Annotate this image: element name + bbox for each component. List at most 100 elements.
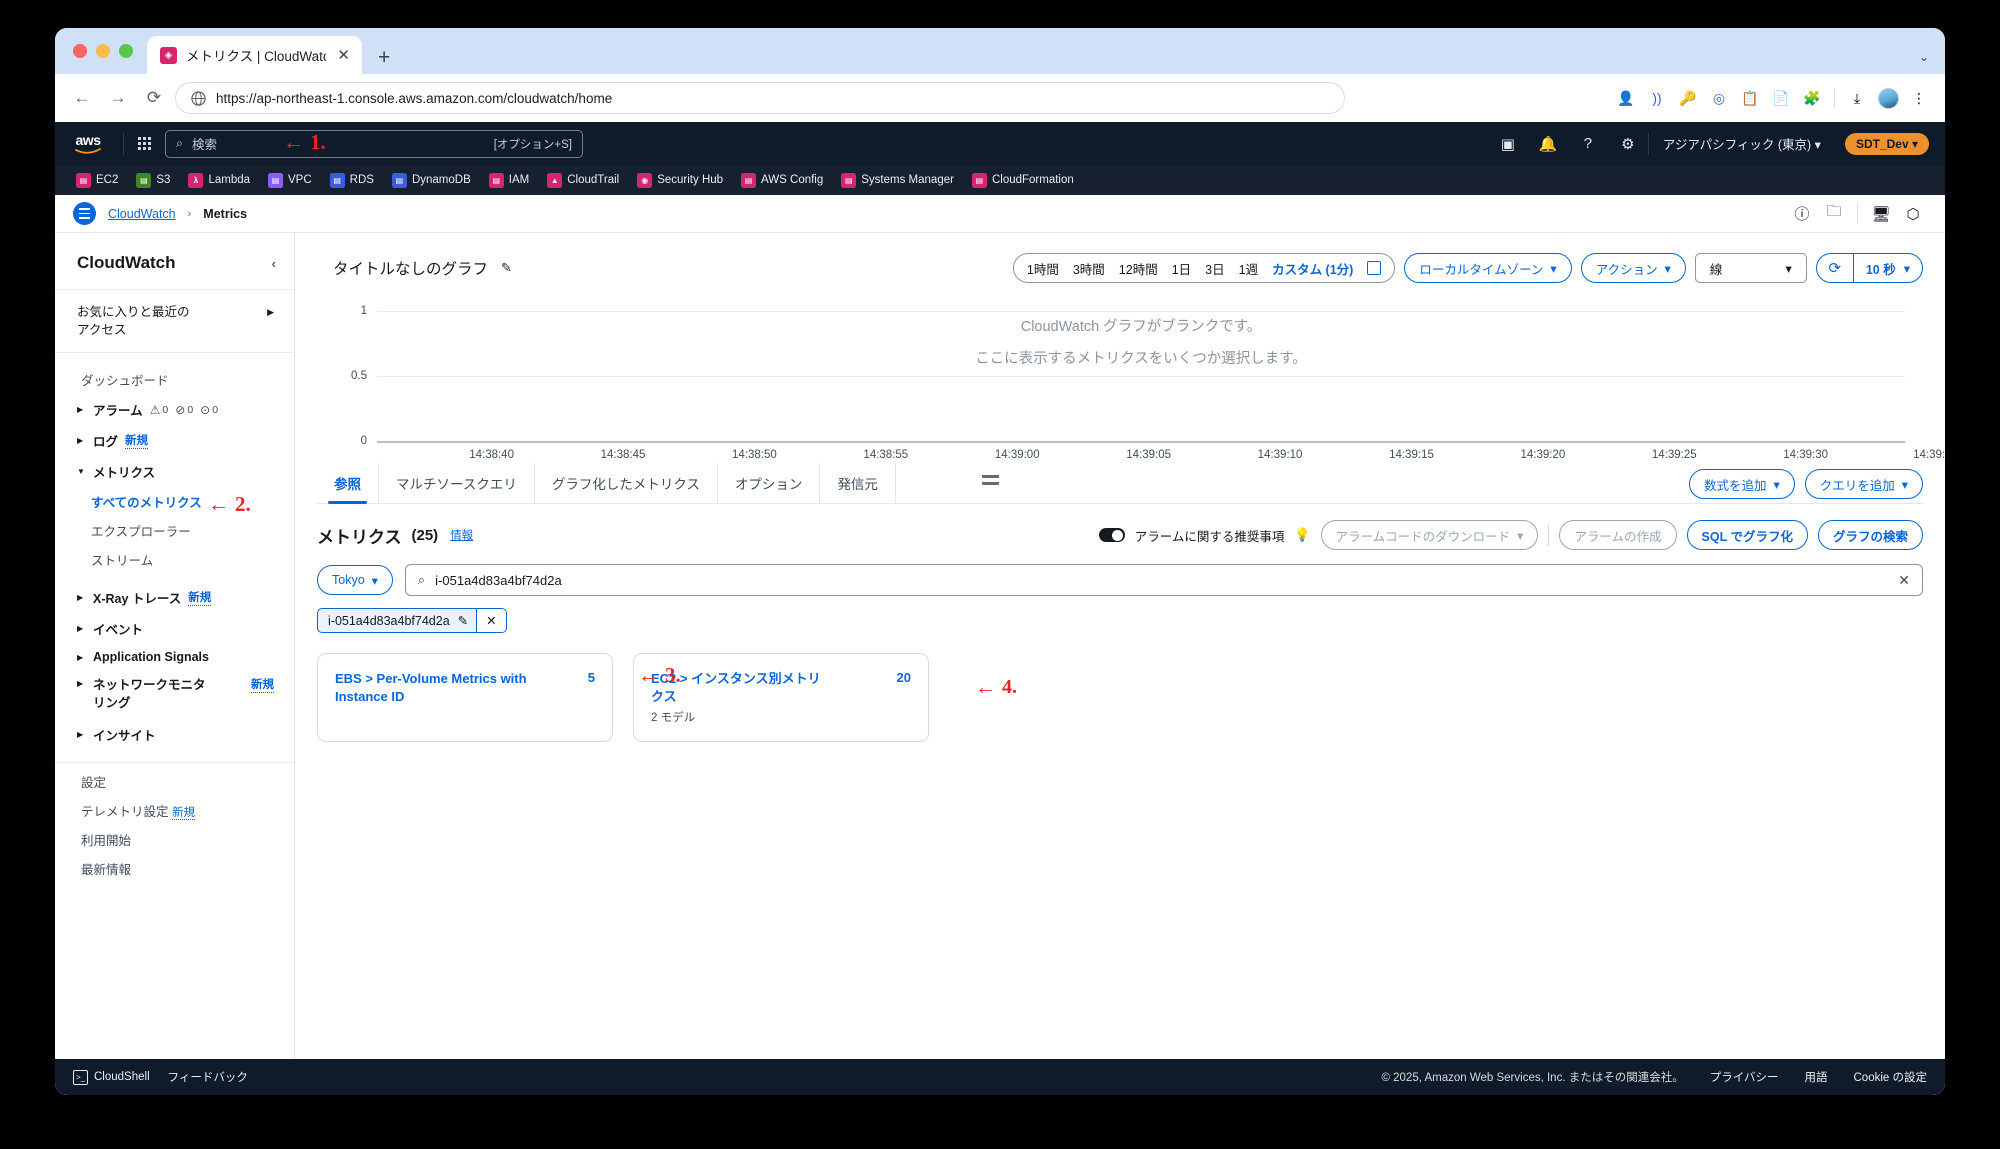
chart-type-selector[interactable]: 線 ▾ bbox=[1694, 253, 1807, 283]
help-icon[interactable]: ? bbox=[1568, 122, 1608, 165]
close-tab-icon[interactable]: ✕ bbox=[335, 46, 352, 64]
extension-clipboard-icon[interactable]: 📋 bbox=[1736, 84, 1764, 112]
time-range-selector[interactable]: 1時間 3時間 12時間 1日 3日 1週 カスタム (1分) bbox=[1012, 253, 1396, 283]
download-alarm-code-button[interactable]: アラームコードのダウンロード ▾ bbox=[1320, 520, 1539, 550]
sidebar-item-alarms[interactable]: ▶ アラーム ⚠ 0 ⊘ 0 ⊙ 0 bbox=[55, 394, 294, 425]
sidebar-item-dashboards[interactable]: ダッシュボード bbox=[55, 365, 294, 394]
info-icon[interactable]: ⓘ bbox=[1788, 200, 1816, 228]
search-graph-button[interactable]: グラフの検索 bbox=[1817, 520, 1923, 550]
side-navigation-toggle[interactable] bbox=[73, 202, 96, 225]
fav-service-9[interactable]: ▤ AWS Config bbox=[732, 172, 832, 188]
fav-service-1[interactable]: ▤ S3 bbox=[127, 172, 179, 188]
cloudshell-icon[interactable]: ▣ bbox=[1488, 122, 1528, 165]
folder-icon[interactable]: 🗀 bbox=[1820, 200, 1848, 228]
range-option-12h[interactable]: 12時間 bbox=[1119, 259, 1158, 278]
breadcrumb-root[interactable]: CloudWatch bbox=[108, 207, 176, 221]
sidebar-item-events[interactable]: ▶ イベント bbox=[55, 613, 294, 644]
range-option-1d[interactable]: 1日 bbox=[1172, 259, 1191, 278]
feedback-link[interactable]: フィードバック bbox=[168, 1069, 248, 1085]
window-controls[interactable] bbox=[69, 28, 147, 74]
region-selector[interactable]: アジアパシフィック (東京) ▾ bbox=[1649, 134, 1835, 153]
sidebar-item-insights[interactable]: ▶ インサイト bbox=[55, 719, 294, 750]
tab-options[interactable]: オプション bbox=[718, 463, 821, 503]
downloads-icon[interactable]: ⤓ bbox=[1843, 84, 1871, 112]
extension-key-icon[interactable]: 🔑 bbox=[1674, 84, 1702, 112]
bell-icon[interactable]: 🔔 bbox=[1528, 122, 1568, 165]
drag-handle-icon[interactable] bbox=[981, 473, 999, 493]
new-badge[interactable]: 新規 bbox=[125, 432, 149, 450]
services-grid-icon[interactable] bbox=[138, 137, 151, 150]
add-math-button[interactable]: 数式を追加 ▾ bbox=[1689, 469, 1795, 499]
sidebar-item-settings[interactable]: 設定 bbox=[55, 767, 294, 796]
new-badge[interactable]: 新規 bbox=[188, 589, 212, 607]
extension-avatar-icon[interactable]: 👤 bbox=[1612, 84, 1640, 112]
privacy-link[interactable]: プライバシー bbox=[1710, 1069, 1779, 1085]
collapse-sidebar-icon[interactable]: ‹ bbox=[272, 256, 276, 271]
terms-link[interactable]: 用語 bbox=[1805, 1069, 1828, 1085]
screen-search-icon[interactable]: 🖥 bbox=[1867, 200, 1895, 228]
fav-service-3[interactable]: ▤ VPC bbox=[259, 172, 321, 188]
url-input[interactable]: https://ap-northeast-1.console.aws.amazo… bbox=[175, 82, 1345, 114]
fav-service-6[interactable]: ▤ IAM bbox=[480, 172, 538, 188]
alarm-recommendations-toggle[interactable] bbox=[1098, 528, 1125, 542]
refresh-interval-selector[interactable]: 10 秒 ▾ bbox=[1852, 254, 1922, 282]
refresh-control[interactable]: ⟳ 10 秒 ▾ bbox=[1815, 253, 1923, 283]
refresh-icon[interactable]: ⟳ bbox=[1817, 254, 1853, 282]
sidebar-item-all-metrics[interactable]: すべてのメトリクス bbox=[55, 487, 294, 516]
cloudshell-button[interactable]: >_ CloudShell bbox=[73, 1069, 150, 1085]
sidebar-item-streams[interactable]: ストリーム bbox=[55, 545, 294, 574]
region-filter-dropdown[interactable]: Tokyo ▾ bbox=[317, 565, 393, 595]
sidebar-item-whats-new[interactable]: 最新情報 bbox=[55, 854, 294, 883]
tab-browse[interactable]: 参照 bbox=[317, 463, 379, 504]
extension-onepassword-icon[interactable]: ◎ bbox=[1705, 84, 1733, 112]
account-menu[interactable]: SDT_Dev ▾ bbox=[1844, 132, 1929, 155]
tab-multi-source-query[interactable]: マルチソースクエリ bbox=[379, 463, 535, 503]
profile-avatar[interactable] bbox=[1874, 84, 1902, 112]
sidebar-item-metrics[interactable]: ▼ メトリクス bbox=[55, 456, 294, 487]
aws-search-input[interactable]: ⌕ 検索 [オプション+S] bbox=[165, 129, 583, 158]
clear-search-icon[interactable]: ✕ bbox=[1898, 572, 1910, 589]
cookie-preferences-link[interactable]: Cookie の設定 bbox=[1854, 1069, 1928, 1085]
fav-service-10[interactable]: ▤ Systems Manager bbox=[832, 172, 963, 188]
remove-filter-icon[interactable]: ✕ bbox=[476, 609, 506, 632]
sidebar-item-favorites[interactable]: お気に入りと最近の アクセス ▶ bbox=[55, 290, 294, 354]
timezone-selector[interactable]: ローカルタイムゾーン ▾ bbox=[1404, 253, 1572, 283]
browser-tab[interactable]: ◈ メトリクス | CloudWatch | ap-n ✕ bbox=[147, 36, 362, 74]
aws-logo[interactable]: aws bbox=[67, 133, 109, 154]
maximize-window-button[interactable] bbox=[119, 44, 133, 58]
browser-menu-icon[interactable]: ⋮ bbox=[1905, 84, 1933, 112]
metric-card-ebs[interactable]: EBS > Per-Volume Metrics with Instance I… bbox=[317, 653, 613, 743]
metrics-search-input[interactable]: ⌕ i-051a4d83a4bf74d2a ✕ bbox=[404, 564, 1923, 596]
sidebar-item-telemetry-config[interactable]: テレメトリ設定 新規 bbox=[55, 796, 294, 825]
filter-chip[interactable]: i-051a4d83a4bf74d2a ✎ ✕ bbox=[317, 608, 507, 633]
fav-service-0[interactable]: ▤ EC2 bbox=[67, 172, 127, 188]
pencil-icon[interactable]: ✎ bbox=[501, 260, 512, 276]
pencil-icon[interactable]: ✎ bbox=[458, 613, 468, 628]
fav-service-2[interactable]: λ Lambda bbox=[179, 172, 259, 188]
fav-service-7[interactable]: ▲ CloudTrail bbox=[538, 172, 628, 188]
chevron-down-icon[interactable]: ⌄ bbox=[1919, 50, 1929, 64]
add-query-button[interactable]: クエリを追加 ▾ bbox=[1804, 469, 1923, 499]
sidebar-item-getting-started[interactable]: 利用開始 bbox=[55, 825, 294, 854]
range-option-3d[interactable]: 3日 bbox=[1205, 259, 1224, 278]
extension-cast-icon[interactable]: )) bbox=[1643, 84, 1671, 112]
shield-icon[interactable]: ⬡ bbox=[1899, 200, 1927, 228]
sidebar-item-xray-traces[interactable]: ▶ X-Ray トレース 新規 bbox=[55, 582, 294, 613]
create-alarm-button[interactable]: アラームの作成 bbox=[1559, 520, 1677, 550]
new-badge[interactable]: 新規 bbox=[172, 806, 195, 820]
range-option-1w[interactable]: 1週 bbox=[1239, 259, 1258, 278]
info-link[interactable]: 情報 bbox=[450, 527, 473, 543]
sidebar-item-network-monitoring[interactable]: ▶ ネットワークモニタリング 新規 bbox=[55, 670, 294, 718]
tab-graphed-metrics[interactable]: グラフ化したメトリクス bbox=[535, 463, 718, 503]
extensions-puzzle-icon[interactable]: 🧩 bbox=[1798, 84, 1826, 112]
metric-card-ec2[interactable]: EC2 > インスタンス別メトリクス 20 2 モデル bbox=[633, 653, 929, 743]
fav-service-5[interactable]: ▤ DynamoDB bbox=[383, 172, 480, 188]
gear-icon[interactable]: ⚙ bbox=[1608, 122, 1648, 165]
sidebar-item-application-signals[interactable]: ▶ Application Signals bbox=[55, 644, 294, 670]
forward-button[interactable]: → bbox=[103, 83, 133, 113]
actions-menu[interactable]: アクション ▾ bbox=[1580, 253, 1686, 283]
back-button[interactable]: ← bbox=[67, 83, 97, 113]
new-tab-button[interactable]: + bbox=[362, 47, 404, 74]
reload-button[interactable]: ⟳ bbox=[139, 83, 169, 113]
new-badge[interactable]: 新規 bbox=[251, 676, 274, 694]
